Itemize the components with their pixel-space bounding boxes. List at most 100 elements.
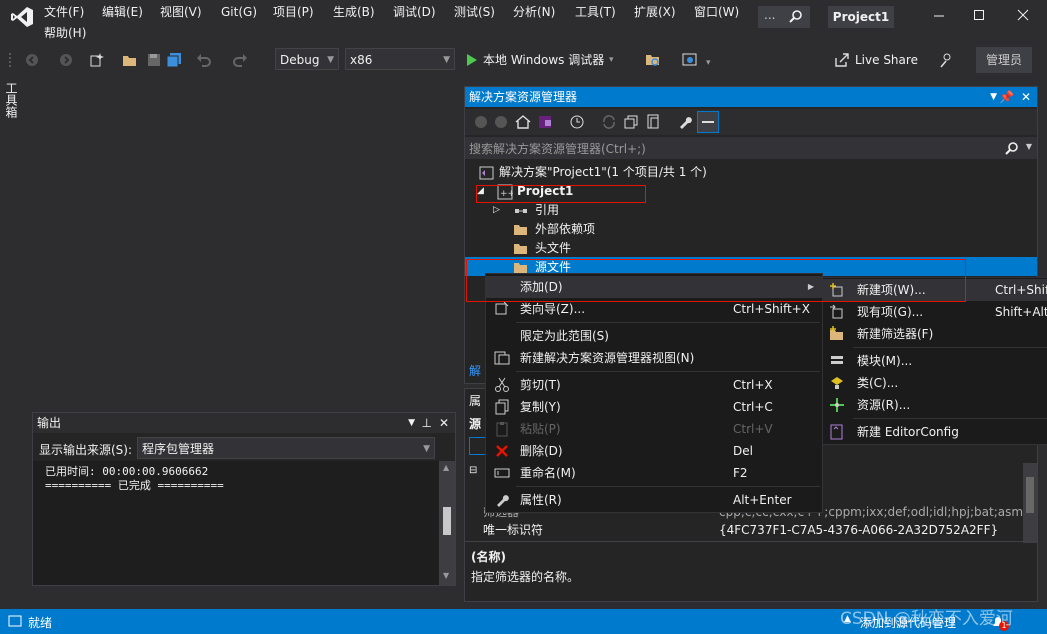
menu-help[interactable]: 帮助(H) <box>44 24 86 42</box>
submenu-item-editorconfig[interactable]: 新建 EditorConfig <box>823 421 1047 443</box>
menu-project[interactable]: 项目(P) <box>273 3 314 21</box>
pin-icon[interactable]: 📌 <box>999 87 1014 107</box>
switch-views-icon[interactable] <box>537 114 553 130</box>
save-all-icon[interactable] <box>166 52 182 68</box>
new-project-icon[interactable] <box>88 52 104 68</box>
delete-x-icon <box>494 443 510 459</box>
close-window-button[interactable] <box>1016 8 1030 22</box>
scroll-down-icon[interactable]: ▼ <box>443 571 449 580</box>
menu-item-label: 属性(R) <box>520 493 562 507</box>
toolbox-tab[interactable]: 工具箱 <box>4 82 20 118</box>
navigate-back-icon[interactable] <box>24 52 40 68</box>
window-menu-icon[interactable]: ▼ <box>408 413 415 433</box>
toolbar-overflow-icon[interactable]: ▾ <box>706 58 714 74</box>
submenu-item-class[interactable]: 类(C)... <box>823 372 1047 394</box>
chevron-down-icon[interactable]: ▼ <box>1026 142 1032 151</box>
menu-debug[interactable]: 调试(D) <box>393 3 436 21</box>
menu-item-new-view[interactable]: 新建解决方案资源管理器视图(N) <box>486 347 822 369</box>
menu-edit[interactable]: 编辑(E) <box>102 3 143 21</box>
tree-item-label: 引用 <box>535 203 560 217</box>
project-highlight-box <box>476 185 646 203</box>
preview-selected-items-icon[interactable] <box>697 111 719 133</box>
menu-tools[interactable]: 工具(T) <box>575 3 616 21</box>
submenu-item-module[interactable]: 模块(M)... <box>823 350 1047 372</box>
output-scrollbar[interactable]: ▲ ▼ <box>439 461 455 585</box>
project-name-badge: Project1 <box>828 6 894 28</box>
property-row-guid[interactable]: 唯一标识符 {4FC737F1-C7A5-4376-A066-2A32D752A… <box>483 521 1023 540</box>
scissors-icon <box>494 377 510 393</box>
minimize-button[interactable] <box>932 8 946 22</box>
menu-build[interactable]: 生成(B) <box>333 3 375 21</box>
search-icon <box>789 9 803 23</box>
menu-item-shortcut: Ctrl+C <box>733 400 773 414</box>
undo-icon[interactable] <box>196 52 212 68</box>
chevron-down-icon: ▼ <box>443 55 450 65</box>
menu-item-scope[interactable]: 限定为此范围(S) <box>486 325 822 347</box>
save-icon[interactable] <box>146 52 162 68</box>
scroll-up-icon[interactable]: ▲ <box>443 463 449 472</box>
admin-badge[interactable]: 管理员 <box>976 47 1032 73</box>
close-pane-icon[interactable]: ✕ <box>439 413 449 433</box>
browser-link-icon[interactable] <box>682 52 698 68</box>
menu-item-copy[interactable]: 复制(Y) Ctrl+C <box>486 396 822 418</box>
find-in-files-icon[interactable] <box>645 52 661 68</box>
status-ready-icon <box>8 614 22 628</box>
solution-explorer-search[interactable]: 搜索解决方案资源管理器(Ctrl+;) ▼ <box>465 137 1037 159</box>
menu-item-rename[interactable]: 重命名(M) F2 <box>486 462 822 484</box>
submenu-item-new-filter[interactable]: 新建筛选器(F) <box>823 323 1047 345</box>
properties-wrench-icon[interactable] <box>677 114 693 130</box>
menu-item-shortcut: Del <box>733 444 753 458</box>
submenu-item-resource[interactable]: 资源(R)... <box>823 394 1047 416</box>
menu-test[interactable]: 测试(S) <box>454 3 495 21</box>
menu-window[interactable]: 窗口(W) <box>694 3 739 21</box>
pending-changes-filter-icon[interactable] <box>569 114 585 130</box>
live-share-icon[interactable] <box>834 52 850 68</box>
live-share-label[interactable]: Live Share <box>855 53 918 67</box>
scrollbar-thumb[interactable] <box>1026 477 1034 513</box>
menu-item-label: 剪切(T) <box>520 378 561 392</box>
navigate-forward-icon[interactable] <box>58 52 74 68</box>
folder-icon <box>513 241 529 257</box>
sync-icon[interactable] <box>601 114 617 130</box>
new-item-highlight-box <box>466 259 966 302</box>
forward-icon[interactable] <box>493 114 509 130</box>
redo-icon[interactable] <box>232 52 248 68</box>
collapse-group-icon[interactable]: ⊟ <box>469 465 477 476</box>
menu-git[interactable]: Git(G) <box>221 3 257 21</box>
configuration-dropdown[interactable]: Debug ▼ <box>275 48 339 70</box>
menu-file[interactable]: 文件(F) <box>44 3 84 21</box>
menu-view[interactable]: 视图(V) <box>160 3 202 21</box>
pin-icon[interactable]: ⊥ <box>422 413 432 433</box>
close-pane-icon[interactable]: ✕ <box>1021 87 1031 107</box>
copy-icon <box>494 399 510 415</box>
show-all-files-icon[interactable] <box>645 114 661 130</box>
maximize-button[interactable] <box>972 8 986 22</box>
back-icon[interactable] <box>473 114 489 130</box>
output-text-area[interactable]: 已用时间: 00:00:00.9606662 ========== 已完成 ==… <box>33 461 439 585</box>
scrollbar-thumb[interactable] <box>443 507 451 535</box>
submenu-item-existing-item[interactable]: 现有项(G)... Shift+Alt+ <box>823 301 1047 323</box>
collapse-all-icon[interactable] <box>623 114 639 130</box>
search-box[interactable]: ... <box>758 6 810 28</box>
solution-explorer-footer-link[interactable]: 解 <box>469 362 481 379</box>
solution-explorer-title: 解决方案资源管理器 <box>469 90 578 104</box>
platform-dropdown[interactable]: x86 ▼ <box>345 48 455 70</box>
property-name: 唯一标识符 <box>483 523 544 537</box>
menu-item-cut[interactable]: 剪切(T) Ctrl+X <box>486 374 822 396</box>
menu-item-label: 新建筛选器(F) <box>857 327 934 341</box>
menu-analyze[interactable]: 分析(N) <box>513 3 555 21</box>
properties-scrollbar[interactable] <box>1023 463 1037 543</box>
description-title: (名称) <box>471 550 506 564</box>
home-icon[interactable] <box>515 114 531 130</box>
output-source-dropdown[interactable]: 程序包管理器 ▼ <box>137 437 435 459</box>
platform-value: x86 <box>350 53 373 67</box>
menu-item-paste[interactable]: 粘贴(P) Ctrl+V <box>486 418 822 440</box>
menu-item-properties[interactable]: 属性(R) Alt+Enter <box>486 489 822 511</box>
window-menu-icon[interactable]: ▼ <box>990 87 997 107</box>
collapsed-arrow-icon[interactable]: ▷ <box>493 201 500 220</box>
menu-extensions[interactable]: 扩展(X) <box>634 3 676 21</box>
open-folder-icon[interactable] <box>122 52 138 68</box>
person-feedback-icon[interactable] <box>938 52 954 68</box>
tree-item-label: 头文件 <box>535 241 572 255</box>
menu-item-delete[interactable]: 删除(D) Del <box>486 440 822 462</box>
